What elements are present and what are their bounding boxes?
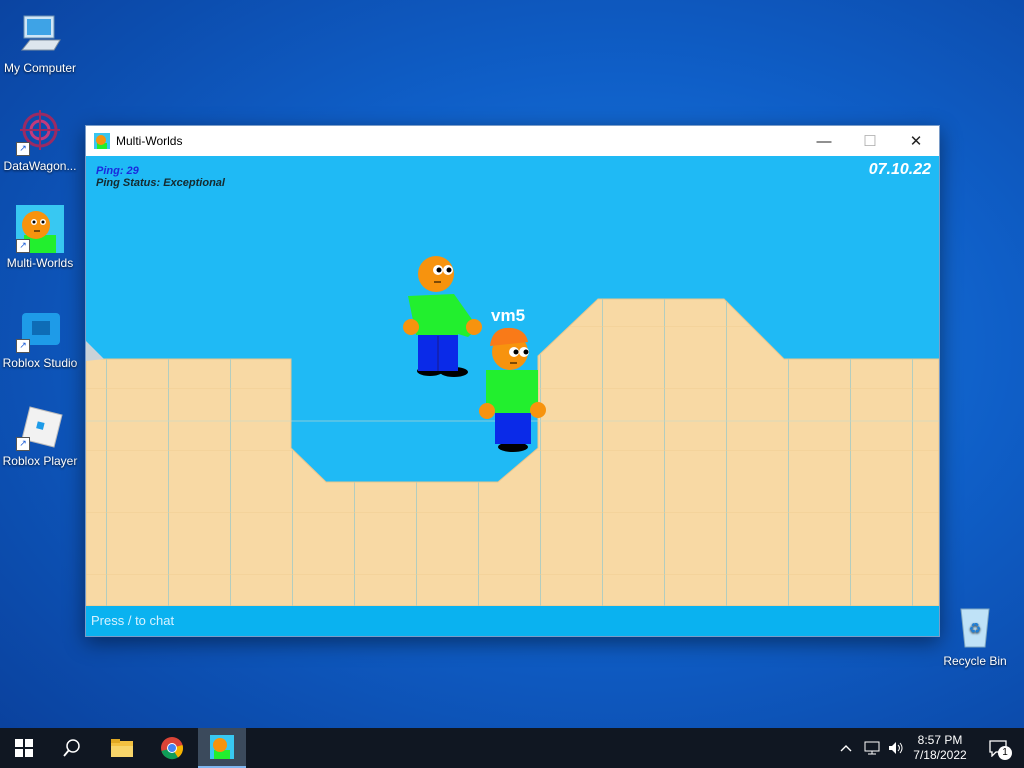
search-button[interactable] xyxy=(48,728,96,768)
ping-status: Ping Status: Exceptional xyxy=(96,177,225,189)
clock[interactable]: 8:57 PM 7/18/2022 xyxy=(910,728,970,768)
shortcut-arrow-icon: ↗ xyxy=(16,239,30,253)
shortcut-arrow-icon: ↗ xyxy=(16,437,30,451)
search-icon xyxy=(63,739,80,757)
icon-label: Multi-Worlds xyxy=(6,256,74,270)
shortcut-arrow-icon: ↗ xyxy=(16,339,30,353)
roblox-player-icon: ↗ xyxy=(16,403,64,451)
desktop-icon-my-computer[interactable]: My Computer xyxy=(0,10,80,75)
recycle-bin-icon: ♻ xyxy=(951,603,999,651)
network-icon[interactable] xyxy=(860,728,884,768)
maximize-button[interactable]: ☐ xyxy=(847,126,893,156)
multi-worlds-titlebar-icon xyxy=(94,133,110,149)
volume-icon[interactable] xyxy=(884,728,908,768)
notification-center-button[interactable]: 1 xyxy=(978,728,1018,768)
player-character xyxy=(479,327,546,452)
desktop-icon-roblox-player[interactable]: ↗ Roblox Player xyxy=(0,403,80,468)
game-date: 07.10.22 xyxy=(868,161,931,178)
game-scene xyxy=(86,256,939,606)
ping-readout: Ping: 29 xyxy=(96,165,139,177)
chrome-button[interactable] xyxy=(148,728,196,768)
icon-label: Roblox Studio xyxy=(2,356,78,370)
file-explorer-icon xyxy=(111,739,133,757)
multi-worlds-icon xyxy=(210,735,234,759)
minimize-button[interactable]: — xyxy=(801,126,847,156)
icon-label: DataWagon... xyxy=(3,159,77,173)
start-button[interactable] xyxy=(0,728,48,768)
window-title: Multi-Worlds xyxy=(116,134,183,148)
clock-time: 8:57 PM xyxy=(917,733,963,747)
desktop-icon-recycle-bin[interactable]: ♻ Recycle Bin xyxy=(935,603,1015,668)
roblox-studio-icon: ↗ xyxy=(16,305,64,353)
icon-label: Recycle Bin xyxy=(943,654,1007,668)
icon-label: Roblox Player xyxy=(2,454,78,468)
player-nametag: vm5 xyxy=(491,306,526,325)
taskbar: 8:57 PM 7/18/2022 1 xyxy=(0,728,1024,768)
close-button[interactable]: ✕ xyxy=(893,126,939,156)
multi-worlds-taskbar-button[interactable] xyxy=(198,728,246,768)
desktop-icon-roblox-studio[interactable]: ↗ Roblox Studio xyxy=(0,305,80,370)
start-icon xyxy=(15,739,33,757)
shortcut-arrow-icon: ↗ xyxy=(16,142,30,156)
icon-label: My Computer xyxy=(3,61,77,75)
notification-count-badge: 1 xyxy=(998,746,1012,760)
game-viewport[interactable]: Ping: 29 Ping Status: Exceptional 07.10.… xyxy=(86,156,939,606)
datawagon-icon: ↗ xyxy=(16,108,64,156)
window-titlebar[interactable]: Multi-Worlds — ☐ ✕ xyxy=(86,126,939,156)
desktop-icon-datawagon[interactable]: ↗ DataWagon... xyxy=(0,108,80,173)
desktop-icon-multi-worlds[interactable]: ↗ Multi-Worlds xyxy=(0,205,80,270)
chat-bar[interactable]: Press / to chat xyxy=(86,606,939,636)
computer-icon xyxy=(16,10,64,58)
chrome-icon xyxy=(161,737,184,760)
svg-text:♻: ♻ xyxy=(969,621,982,637)
multi-worlds-window: Multi-Worlds — ☐ ✕ Ping: 29 Ping Status:… xyxy=(85,125,940,637)
npc-character xyxy=(403,256,482,377)
tray-overflow-chevron-icon[interactable] xyxy=(836,728,856,768)
file-explorer-button[interactable] xyxy=(98,728,146,768)
multi-worlds-app-icon: ↗ xyxy=(16,205,64,253)
clock-date: 7/18/2022 xyxy=(913,748,967,762)
